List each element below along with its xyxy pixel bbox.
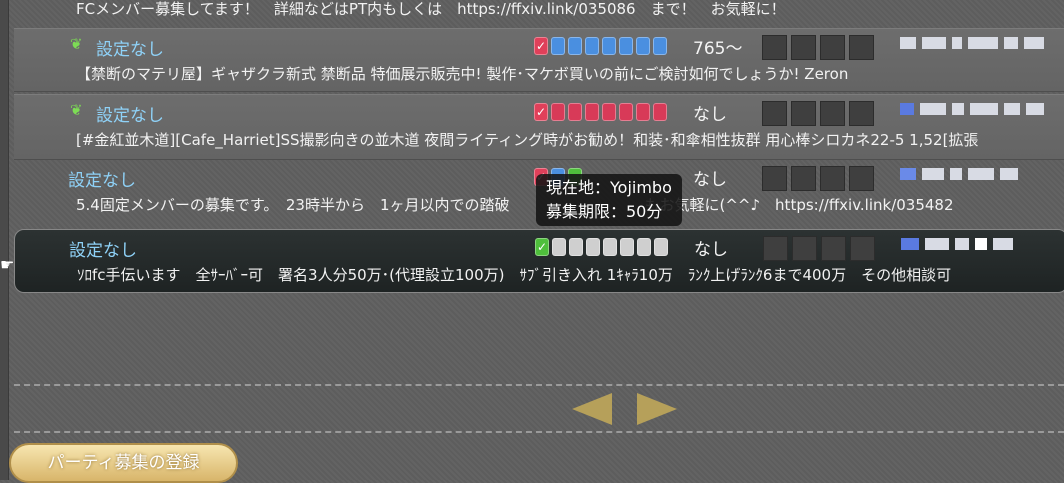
party-slot: [620, 238, 634, 256]
party-slots: ✓: [534, 37, 667, 55]
job-slot: [849, 101, 874, 126]
listing-comment: [#金紅並木道][Cafe_Harriet]SS撮影向きの並木道 夜間ライティン…: [76, 131, 979, 149]
job-slot: [820, 166, 845, 191]
job-slot: [821, 236, 846, 261]
tooltip: 現在地：Yojimbo 募集期限：50分: [536, 174, 682, 226]
party-slot: [619, 37, 633, 55]
party-slot: ✓: [535, 238, 549, 256]
window-edge: [0, 0, 9, 480]
pixelated-name: [900, 37, 1044, 49]
pixelated-name: [900, 103, 1044, 115]
job-slot: [791, 166, 816, 191]
party-slots: ✓: [534, 103, 667, 121]
listing-name: 設定なし: [69, 241, 137, 261]
listing-name: 設定なし: [96, 40, 164, 60]
job-slot: [820, 35, 845, 60]
listing-comment: FCメンバー募集してます！ 詳細などはPT内もしくは https://ffxiv…: [76, 0, 786, 18]
party-slot: [636, 103, 650, 121]
tooltip-period: 募集期限：50分: [546, 202, 663, 221]
pixelated-name: [900, 168, 1018, 180]
job-slot: [791, 35, 816, 60]
party-slot: [602, 103, 616, 121]
party-listing-row[interactable]: FCメンバー募集してます！ 詳細などはPT内もしくは https://ffxiv…: [14, 0, 1064, 28]
job-slot: [792, 236, 817, 261]
job-slot: [762, 101, 787, 126]
job-slot: [849, 166, 874, 191]
party-slot: [568, 103, 582, 121]
party-listing-row-selected[interactable]: 設定なし ✓ なし ｿﾛfc手伝います 全ｻｰﾊﾞｰ可 署名3人分50万･(代理…: [14, 229, 1064, 293]
party-slot: [637, 238, 651, 256]
job-icons: [762, 166, 874, 191]
register-party-button[interactable]: パーティ募集の登録: [9, 443, 238, 483]
party-slot: [602, 37, 616, 55]
party-slot: [653, 103, 667, 121]
party-slot: [619, 103, 633, 121]
party-slot: [551, 103, 565, 121]
pixelated-name: [901, 238, 1013, 250]
item-level: 765～: [693, 39, 743, 59]
job-slot: [820, 101, 845, 126]
prev-page-icon[interactable]: [572, 393, 612, 425]
job-slot: [763, 236, 788, 261]
item-level: なし: [693, 170, 727, 190]
party-slot: [603, 238, 617, 256]
item-level: なし: [693, 105, 727, 125]
party-slot: [552, 238, 566, 256]
party-slot: [654, 238, 668, 256]
job-icons: [763, 236, 875, 261]
job-slot: [762, 166, 787, 191]
item-level: なし: [694, 240, 728, 260]
party-slot: ✓: [534, 103, 548, 121]
divider: [14, 384, 1064, 386]
party-slot: [569, 238, 583, 256]
divider: [14, 431, 1064, 433]
hand-cursor-icon: ☛: [0, 255, 15, 274]
tooltip-location: 現在地：Yojimbo: [546, 178, 672, 197]
listing-comment: ｿﾛfc手伝います 全ｻｰﾊﾞｰ可 署名3人分50万･(代理設立100万) ｻﾌ…: [77, 266, 952, 284]
party-slot: [568, 37, 582, 55]
party-slot: [586, 238, 600, 256]
listing-comment: 【禁断のマテリ屋】ギャザクラ新式 禁断品 特価展示販売中! 製作･マケボ買いの前…: [76, 65, 849, 83]
party-slot: [551, 37, 565, 55]
sprout-icon: ❦: [70, 35, 83, 53]
party-listing-row[interactable]: ❦ 設定なし ✓ 765～ 【禁断のマテリ屋】ギャザクラ新式 禁断品 特価展示販…: [14, 28, 1064, 92]
listing-name: 設定なし: [68, 171, 136, 191]
party-slot: [636, 37, 650, 55]
party-slot: [585, 37, 599, 55]
listing-comment: 5.4固定メンバーの募集です。 23時半から 1ヶ月以内での踏破 もお気軽に(^…: [76, 196, 954, 214]
job-slot: [791, 101, 816, 126]
job-slot: [850, 236, 875, 261]
party-slot: [585, 103, 599, 121]
job-slot: [849, 35, 874, 60]
sprout-icon: ❦: [70, 101, 83, 119]
next-page-icon[interactable]: [637, 393, 677, 425]
job-icons: [762, 101, 874, 126]
party-slot: [653, 37, 667, 55]
party-slots: ✓: [535, 238, 668, 256]
party-slot: ✓: [534, 37, 548, 55]
listing-name: 設定なし: [96, 106, 164, 126]
job-icons: [762, 35, 874, 60]
party-listing-row[interactable]: ❦ 設定なし ✓ なし [#金紅並木道][Cafe_Harriet]SS撮影向き…: [14, 94, 1064, 160]
job-slot: [762, 35, 787, 60]
